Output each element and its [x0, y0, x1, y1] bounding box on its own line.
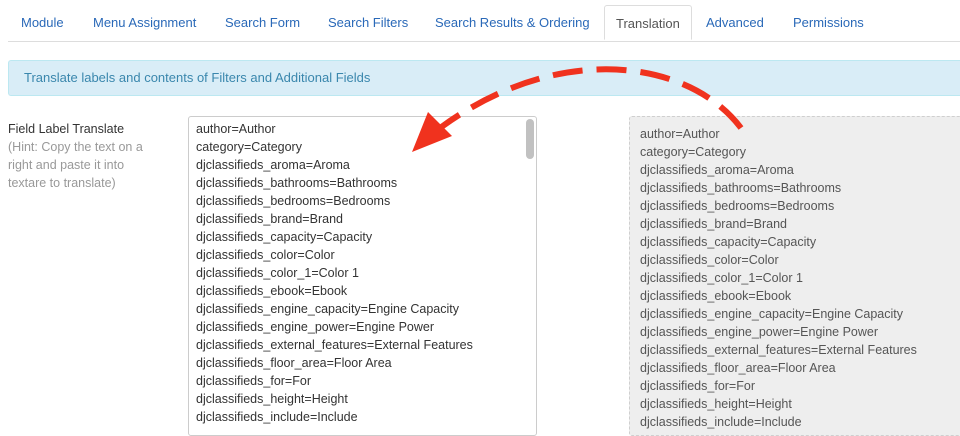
- source-line: djclassifieds_aroma=Aroma: [640, 163, 794, 177]
- tab-menu-assignment[interactable]: Menu Assignment: [93, 5, 196, 40]
- textarea-line: author=Author: [196, 122, 276, 136]
- textarea-line: djclassifieds_color=Color: [196, 248, 335, 262]
- textarea-line: djclassifieds_engine_capacity=Engine Cap…: [196, 302, 460, 316]
- source-line: djclassifieds_brand=Brand: [640, 217, 787, 231]
- source-line: djclassifieds_height=Height: [640, 397, 792, 411]
- textarea-line: djclassifieds_height=Height: [196, 392, 348, 406]
- field-label: Field Label Translate: [8, 122, 125, 136]
- source-line: djclassifieds_engine_capacity=Engine Cap…: [640, 307, 904, 321]
- textarea-content: author=Author category=Category djclassi…: [196, 120, 473, 426]
- textarea-line: djclassifieds_bathrooms=Bathrooms: [196, 176, 398, 190]
- source-line: djclassifieds_color_1=Color 1: [640, 271, 803, 285]
- tab-permissions[interactable]: Permissions: [793, 5, 864, 40]
- source-line: djclassifieds_ebook=Ebook: [640, 289, 792, 303]
- textarea-line: djclassifieds_floor_area=Floor Area: [196, 356, 392, 370]
- tab-advanced[interactable]: Advanced: [706, 5, 764, 40]
- source-line: djclassifieds_external_features=External…: [640, 343, 917, 357]
- textarea-line: category=Category: [196, 140, 302, 154]
- textarea-line: djclassifieds_bedrooms=Bedrooms: [196, 194, 391, 208]
- source-line: djclassifieds_bathrooms=Bathrooms: [640, 181, 842, 195]
- hint-line: textare to translate): [8, 176, 116, 190]
- source-content: author=Author category=Category djclassi…: [640, 125, 917, 431]
- textarea-scrollbar[interactable]: [526, 119, 534, 435]
- tab-bar: Module Menu Assignment Search Form Searc…: [8, 5, 960, 42]
- textarea-line: djclassifieds_ebook=Ebook: [196, 284, 348, 298]
- source-line: djclassifieds_engine_power=Engine Power: [640, 325, 879, 339]
- textarea-line: djclassifieds_engine_power=Engine Power: [196, 320, 435, 334]
- hint-line: right and paste it into: [8, 158, 125, 172]
- textarea-line: djclassifieds_include=Include: [196, 410, 358, 424]
- source-line: djclassifieds_color=Color: [640, 253, 779, 267]
- source-line: djclassifieds_capacity=Capacity: [640, 235, 817, 249]
- textarea-line: djclassifieds_aroma=Aroma: [196, 158, 350, 172]
- tab-search-form[interactable]: Search Form: [225, 5, 300, 40]
- textarea-line: djclassifieds_capacity=Capacity: [196, 230, 373, 244]
- source-line: author=Author: [640, 127, 720, 141]
- tab-translation[interactable]: Translation: [604, 5, 692, 40]
- source-line: djclassifieds_bedrooms=Bedrooms: [640, 199, 835, 213]
- source-line: djclassifieds_floor_area=Floor Area: [640, 361, 836, 375]
- source-line: djclassifieds_include=Include: [640, 415, 802, 429]
- textarea-line: djclassifieds_brand=Brand: [196, 212, 343, 226]
- tab-module[interactable]: Module: [21, 5, 64, 40]
- textarea-line: djclassifieds_for=For: [196, 374, 311, 388]
- hint-line: (Hint: Copy the text on a: [8, 140, 143, 154]
- source-line: category=Category: [640, 145, 746, 159]
- tab-search-results-ordering[interactable]: Search Results & Ordering: [435, 5, 590, 40]
- scrollbar-thumb[interactable]: [526, 119, 534, 159]
- textarea-line: djclassifieds_color_1=Color 1: [196, 266, 359, 280]
- textarea-line: djclassifieds_external_features=External…: [196, 338, 473, 352]
- translation-textarea[interactable]: author=Author category=Category djclassi…: [188, 116, 537, 436]
- field-hint: (Hint: Copy the text on a right and past…: [8, 138, 168, 192]
- source-line: djclassifieds_for=For: [640, 379, 755, 393]
- source-text-box[interactable]: author=Author category=Category djclassi…: [629, 116, 960, 436]
- tab-search-filters[interactable]: Search Filters: [328, 5, 408, 40]
- info-alert: Translate labels and contents of Filters…: [8, 60, 960, 96]
